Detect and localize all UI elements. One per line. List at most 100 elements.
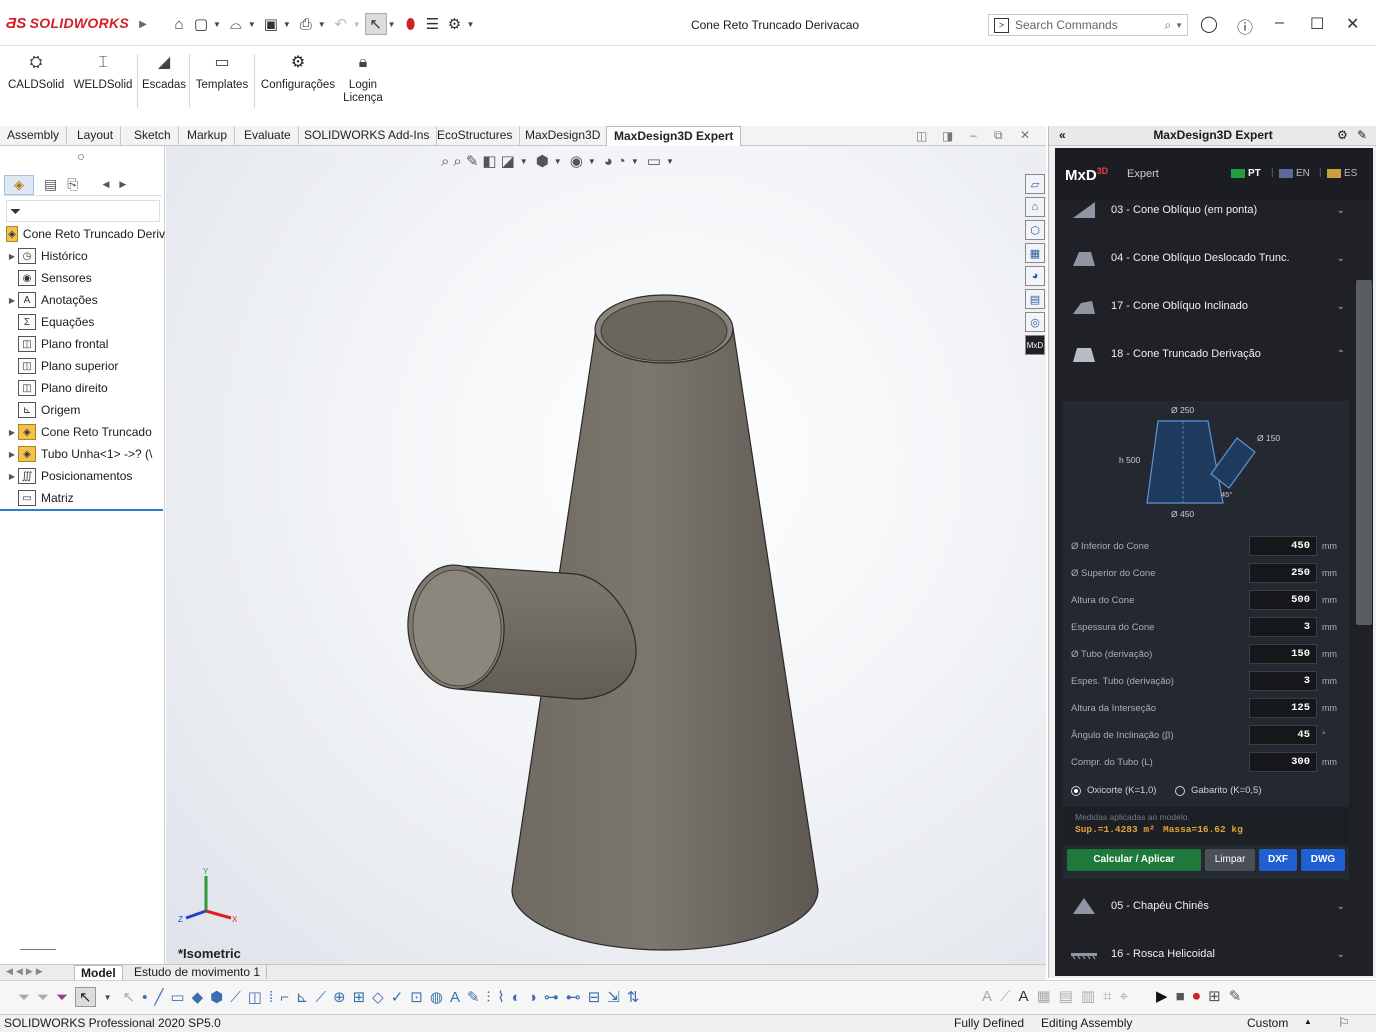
macro-icon[interactable]: ⊞ bbox=[1208, 987, 1221, 1005]
smart-dimension-icon[interactable]: ⟋ bbox=[230, 989, 241, 1006]
table-icon[interactable]: ▦ bbox=[1037, 987, 1051, 1005]
open-caret-icon[interactable]: ▼ bbox=[248, 20, 256, 29]
record-icon[interactable]: ⏺ bbox=[1193, 988, 1201, 1005]
clear-button[interactable]: Limpar bbox=[1205, 849, 1255, 871]
expand-arrow-icon[interactable]: ▶ bbox=[6, 252, 18, 261]
home-icon[interactable]: ⌂ bbox=[168, 13, 190, 35]
note-icon[interactable]: A bbox=[982, 988, 992, 1005]
search-caret-icon[interactable]: ▼ bbox=[1175, 21, 1183, 30]
exploded-view-icon[interactable]: ⊡ bbox=[410, 988, 423, 1006]
accordion-item-05[interactable]: 05 - Chapéu Chinês ⌄ bbox=[1055, 882, 1373, 930]
doc-restore-icon[interactable]: ⧉ bbox=[994, 128, 1003, 143]
text-tool-icon[interactable]: A bbox=[1019, 988, 1029, 1005]
transparency-icon[interactable]: ⊷ bbox=[566, 988, 581, 1006]
accordion-item-18[interactable]: 18 - Cone Truncado Derivação ⌃ bbox=[1055, 330, 1373, 378]
tab-evaluate[interactable]: Evaluate bbox=[237, 126, 299, 146]
expand-arrow-icon[interactable]: ▶ bbox=[6, 450, 18, 459]
print-caret-icon[interactable]: ▼ bbox=[318, 20, 326, 29]
mirror-icon[interactable]: ⌇ bbox=[497, 988, 504, 1006]
tab-maxdesign3d-expert[interactable]: MaxDesign3D Expert bbox=[606, 126, 742, 147]
select-other-icon[interactable]: ↖ bbox=[123, 988, 136, 1006]
rectangle-icon[interactable]: ▭ bbox=[170, 988, 184, 1006]
tree-item[interactable]: ▶ ◷ Histórico bbox=[0, 246, 165, 266]
expand-menu-icon[interactable]: ▶ bbox=[132, 13, 154, 35]
custom-properties-icon[interactable]: ▤ bbox=[1025, 289, 1045, 309]
field-input[interactable]: 3 bbox=[1249, 671, 1317, 691]
design-library-icon[interactable]: ⬡ bbox=[1025, 220, 1045, 240]
reference-point-icon[interactable]: ⌐ bbox=[280, 989, 289, 1006]
expand-arrow-icon[interactable]: ▶ bbox=[6, 472, 18, 481]
tab-scroll-right-icon[interactable]: ▶ bbox=[119, 179, 126, 190]
component-icon[interactable]: ⬢ bbox=[210, 988, 223, 1006]
tab-markup[interactable]: Markup bbox=[180, 126, 236, 146]
balloon-icon[interactable]: ⟋ bbox=[1000, 988, 1011, 1005]
accordion-item-17[interactable]: 17 - Cone Oblíquo Inclinado ⌄ bbox=[1055, 282, 1373, 330]
file-explorer-icon[interactable]: ▦ bbox=[1025, 243, 1045, 263]
templates-button[interactable]: ▭ Templates bbox=[193, 55, 251, 92]
select-tool-icon[interactable]: ↖ bbox=[75, 987, 96, 1007]
stop-icon[interactable]: ■ bbox=[1176, 988, 1185, 1005]
undo-caret-icon[interactable]: ▼ bbox=[353, 20, 361, 29]
tab-layout[interactable]: Layout bbox=[70, 126, 122, 146]
pin-icon[interactable]: ✎ bbox=[1357, 126, 1367, 145]
view-icon[interactable]: ⊟ bbox=[588, 988, 601, 1006]
tree-item[interactable]: ▶ ∭ Posicionamentos bbox=[0, 466, 165, 486]
search-input[interactable]: Search Commands bbox=[1015, 18, 1164, 32]
tab-ecostructures[interactable]: EcoStructures bbox=[430, 126, 521, 146]
field-input[interactable]: 250 bbox=[1249, 563, 1317, 583]
split-pane-icon[interactable]: ◨ bbox=[942, 129, 953, 143]
flip-icon[interactable]: ⇅ bbox=[627, 988, 640, 1006]
units-caret-icon[interactable]: ▲ bbox=[1304, 1017, 1312, 1026]
annotation-icon[interactable]: A bbox=[450, 989, 460, 1006]
configuracoes-button[interactable]: ⚙ Configurações bbox=[258, 55, 338, 92]
model-3d-render[interactable] bbox=[166, 146, 1046, 964]
login-license-button[interactable]: 🔒︎ Login Licença bbox=[340, 55, 386, 105]
radio-dot-icon[interactable] bbox=[1175, 785, 1185, 796]
pattern-icon[interactable]: ⫶ bbox=[487, 989, 491, 1006]
tree-root-assembly[interactable]: ◈ Cone Reto Truncado Deriv bbox=[0, 224, 165, 244]
forum-icon[interactable]: ◎ bbox=[1025, 312, 1045, 332]
field-input[interactable]: 3 bbox=[1249, 617, 1317, 637]
field-input[interactable]: 45 bbox=[1249, 725, 1317, 745]
move-component-icon[interactable]: ⊞ bbox=[353, 988, 366, 1006]
radio-oxicorte[interactable]: Oxicorte (K=1,0) bbox=[1071, 785, 1156, 796]
rotate-component-icon[interactable]: ◇ bbox=[372, 988, 384, 1006]
rebuild-icon[interactable]: ⬮ bbox=[400, 13, 422, 35]
doc-minimize-icon[interactable]: – bbox=[970, 128, 977, 142]
filter-icon[interactable]: ⏷ bbox=[10, 203, 21, 220]
play-icon[interactable]: ▶ bbox=[1156, 987, 1168, 1005]
close-icon[interactable]: ✕ bbox=[1346, 14, 1359, 34]
restore-pane-icon[interactable]: ◫ bbox=[916, 129, 927, 143]
tab-motion-study[interactable]: Estudo de movimento 1 bbox=[128, 965, 268, 979]
search-icon[interactable]: ⌕ bbox=[1164, 18, 1171, 33]
caldsolid-button[interactable]: ⛭ CALDSolid bbox=[8, 55, 64, 92]
datum-icon[interactable]: ⌖ bbox=[1120, 988, 1128, 1005]
radio-gabarito[interactable]: Gabarito (K=0,5) bbox=[1175, 785, 1262, 796]
open-folder-icon[interactable]: ⌓ bbox=[225, 13, 247, 35]
panel-options-gear-icon[interactable]: ⚙ bbox=[1337, 126, 1348, 145]
doc-close-icon[interactable]: ✕ bbox=[1020, 128, 1030, 142]
line-icon[interactable]: ╱ bbox=[154, 988, 163, 1006]
accordion-item-03[interactable]: 03 - Cone Oblíquo (em ponta) ⌄ bbox=[1055, 186, 1373, 234]
render-icon[interactable]: ◑ bbox=[528, 989, 537, 1006]
filter-vertex-icon[interactable]: ⏷ bbox=[18, 989, 30, 1006]
minimize-icon[interactable]: – bbox=[1275, 14, 1284, 32]
tab-scroll-left-icon[interactable]: ◀ bbox=[102, 179, 109, 190]
tree-item[interactable]: ◉ Sensores bbox=[0, 268, 165, 288]
notification-icon[interactable]: ⚐ bbox=[1338, 1015, 1350, 1031]
accordion-item-04[interactable]: 04 - Cone Oblíquo Deslocado Trunc. ⌄ bbox=[1055, 234, 1373, 282]
panel-scrollbar[interactable] bbox=[1356, 280, 1372, 625]
tree-resize-handle[interactable] bbox=[20, 949, 56, 950]
point-icon[interactable]: • bbox=[142, 989, 147, 1006]
graphics-area[interactable]: ⌕ ⌕ ✎ ◧ ◪ ▼ ⬢ ▼ ◉ ▼ ◕ ◔ ▼ ▭ ▼ Y X Z *Iso… bbox=[166, 146, 1046, 964]
configuration-manager-tab-icon[interactable]: ⎘ bbox=[67, 176, 78, 193]
reference-plane-icon[interactable]: ◫ bbox=[248, 988, 262, 1006]
reference-axis-icon[interactable]: ⁞ bbox=[269, 989, 273, 1006]
macro-edit-icon[interactable]: ✎ bbox=[1229, 987, 1242, 1005]
tab-maxdesign3d[interactable]: MaxDesign3D bbox=[518, 126, 609, 146]
select-pointer-icon[interactable]: ↖ bbox=[364, 13, 387, 35]
field-input[interactable]: 300 bbox=[1249, 752, 1317, 772]
tab-solidworks-addins[interactable]: SOLIDWORKS Add-Ins bbox=[297, 126, 438, 146]
appearance-icon[interactable]: ◐ bbox=[512, 989, 521, 1006]
hide-icon[interactable]: ⊶ bbox=[544, 988, 559, 1006]
